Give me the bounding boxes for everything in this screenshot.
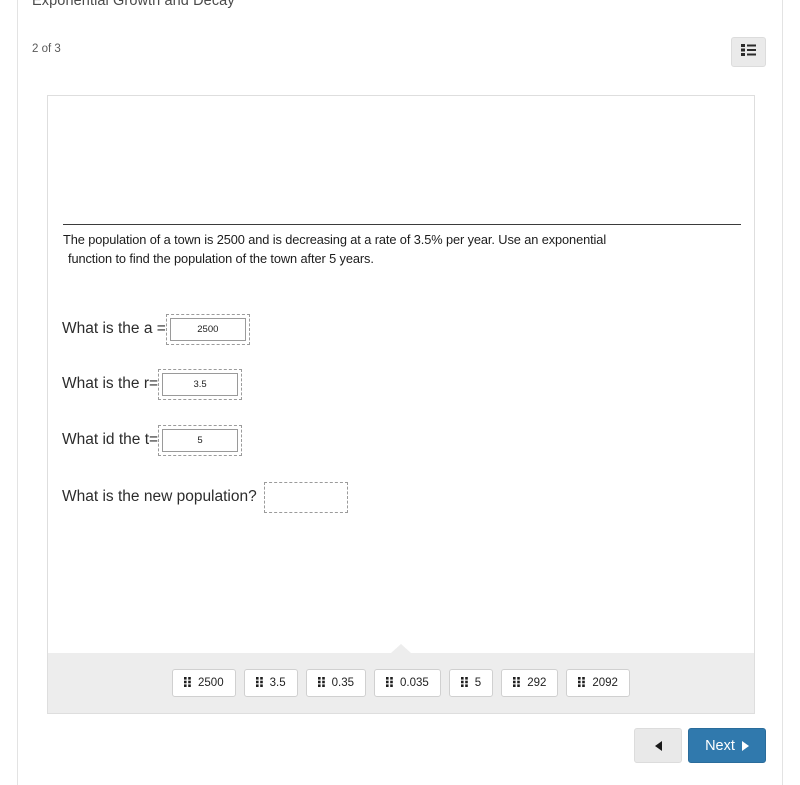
answer-token-tray: 2500 3.5 0.35 0.035 5 292 2092 bbox=[48, 644, 754, 713]
draggable-token[interactable]: 2500 bbox=[172, 669, 236, 697]
dropzone-population[interactable] bbox=[263, 481, 348, 513]
drag-handle-icon[interactable] bbox=[386, 674, 393, 692]
drag-handle-icon[interactable] bbox=[317, 674, 325, 692]
dropzone-r[interactable]: 3.5 bbox=[158, 368, 243, 400]
answer-row-t: What id the t= 5 bbox=[62, 423, 243, 457]
answer-row-r: What is the r= 3.5 bbox=[62, 367, 243, 401]
answer-row-population: What is the new population? bbox=[62, 480, 348, 514]
draggable-token[interactable]: 292 bbox=[501, 669, 559, 697]
answer-label-population: What is the new population? bbox=[62, 488, 257, 505]
list-icon bbox=[741, 43, 756, 61]
next-button-label: Next bbox=[705, 737, 735, 754]
page-title: Exponential Growth and Decay bbox=[32, 0, 235, 9]
prompt-text: The population of a town is 2500 and is … bbox=[63, 230, 741, 268]
draggable-token[interactable]: 0.35 bbox=[305, 669, 366, 697]
answer-row-a: What is the a = 2500 bbox=[62, 312, 250, 346]
problem-statement: The population of a town is 2500 and is … bbox=[63, 224, 741, 268]
token-label: 2500 bbox=[198, 677, 224, 689]
next-button[interactable]: Next bbox=[688, 728, 766, 763]
dropzone-a[interactable]: 2500 bbox=[165, 313, 250, 345]
drag-handle-icon[interactable] bbox=[578, 674, 586, 692]
draggable-token[interactable]: 0.035 bbox=[374, 669, 441, 697]
dropzone-t[interactable]: 5 bbox=[158, 424, 243, 456]
token-label: 3.5 bbox=[269, 677, 286, 689]
token-label: 0.35 bbox=[331, 677, 354, 689]
prompt-line-2: function to find the population of the t… bbox=[68, 251, 374, 266]
drag-handle-icon[interactable] bbox=[255, 674, 263, 692]
placed-token-r[interactable]: 3.5 bbox=[162, 372, 239, 396]
draggable-token[interactable]: 2092 bbox=[566, 669, 630, 697]
draggable-token[interactable]: 5 bbox=[448, 669, 494, 697]
question-area: The population of a town is 2500 and is … bbox=[48, 96, 754, 653]
draggable-token[interactable]: 3.5 bbox=[243, 669, 298, 697]
page-frame: Exponential Growth and Decay 2 of 3 The … bbox=[17, 0, 783, 785]
drag-handle-icon[interactable] bbox=[513, 674, 520, 692]
tray-caret-icon bbox=[391, 644, 411, 653]
token-label: 2092 bbox=[592, 677, 618, 689]
question-list-button[interactable] bbox=[731, 37, 766, 67]
token-label: 0.035 bbox=[400, 677, 429, 689]
answer-label-t: What id the t= bbox=[62, 431, 159, 448]
drag-handle-icon[interactable] bbox=[460, 674, 468, 692]
triangle-right-icon bbox=[741, 740, 749, 751]
prompt-line-1: The population of a town is 2500 and is … bbox=[63, 232, 607, 247]
answer-label-r: What is the r= bbox=[62, 375, 159, 392]
placed-token-t[interactable]: 5 bbox=[162, 428, 239, 452]
triangle-left-icon bbox=[654, 740, 662, 751]
answer-label-a: What is the a = bbox=[62, 320, 166, 337]
placed-token-a[interactable]: 2500 bbox=[169, 317, 246, 341]
previous-button[interactable] bbox=[634, 728, 682, 763]
token-label: 292 bbox=[527, 677, 547, 689]
navigation-controls: Next bbox=[634, 728, 766, 763]
token-label: 5 bbox=[474, 677, 482, 689]
progress-indicator: 2 of 3 bbox=[32, 43, 61, 55]
prompt-divider bbox=[63, 224, 741, 225]
drag-handle-icon[interactable] bbox=[184, 674, 191, 692]
question-card: The population of a town is 2500 and is … bbox=[47, 95, 755, 714]
